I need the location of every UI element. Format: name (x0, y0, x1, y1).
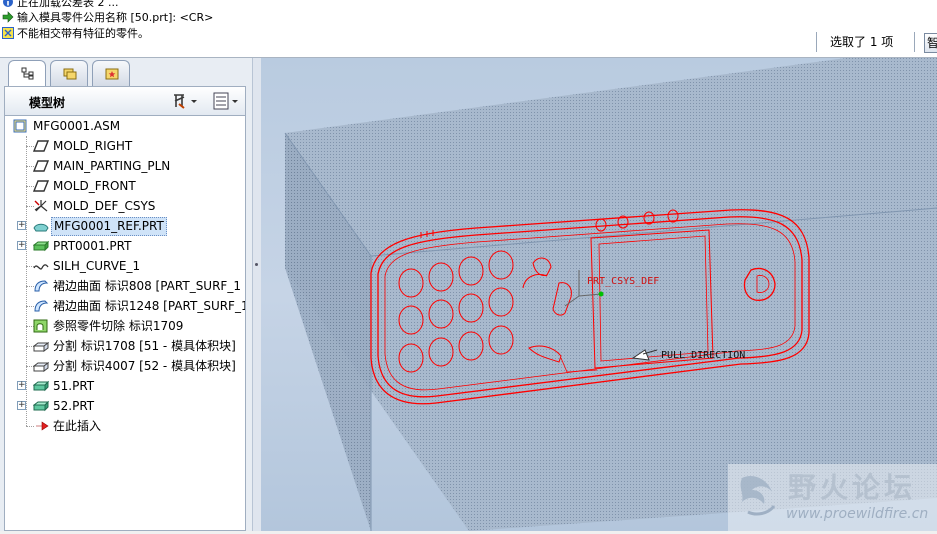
insert-here-icon (36, 421, 49, 431)
curve-icon (33, 264, 49, 270)
tree-item-mfg0001-asm[interactable]: MFG0001.ASM (5, 116, 245, 136)
folder-browser-tab-icon (63, 68, 77, 80)
tree-item-mold-def-csys[interactable]: MOLD_DEF_CSYS (5, 196, 245, 216)
split-icon (33, 362, 49, 372)
favorites-tab-icon (105, 68, 119, 80)
workpiece-icon (33, 240, 49, 252)
tree-item-split-1708[interactable]: 分割 标识1708 [51 - 模具体积块] (5, 336, 245, 356)
expand-toggle[interactable]: + (17, 241, 26, 250)
csys-icon (34, 200, 48, 212)
model-tree: MFG0001.ASM MOLD_RIGHT MAIN_PARTING_PLN … (4, 116, 246, 531)
panel-title: 模型树 (29, 96, 66, 110)
ref-part-cutout-icon (33, 319, 48, 333)
panel-splitter[interactable] (252, 58, 261, 531)
status-separator (914, 32, 915, 52)
reference-part-icon (33, 223, 49, 232)
model-tree-header: 模型树 (4, 86, 246, 116)
tree-item-ref-part-cutout[interactable]: 参照零件切除 标识1709 (5, 316, 245, 336)
settings-icon (174, 94, 197, 109)
tree-settings-button[interactable] (171, 91, 201, 111)
workpiece-block[interactable] (284, 58, 937, 531)
tree-item-mold-right[interactable]: MOLD_RIGHT (5, 136, 245, 156)
assembly-icon (13, 119, 27, 133)
expand-toggle[interactable]: + (17, 401, 26, 410)
graphics-window[interactable]: PRT_CSYS_DEF PULL DIRECTION (261, 58, 937, 531)
watermark-url: www.proewildfire.cn (786, 506, 929, 522)
skirt-surface-icon (34, 280, 49, 292)
part-icon (33, 380, 49, 392)
skirt-surface-icon (34, 300, 49, 312)
datum-plane-icon (33, 160, 49, 172)
tab-model-tree[interactable] (8, 60, 46, 87)
datum-plane-icon (33, 140, 49, 152)
tree-item-split-4007[interactable]: 分割 标识4007 [52 - 模具体积块] (5, 356, 245, 376)
tree-item-mfg0001-ref-prt[interactable]: + MFG0001_REF.PRT (5, 216, 245, 236)
tree-item-prt0001-prt[interactable]: + PRT0001.PRT (5, 236, 245, 256)
message-line: 输入模具零件公用名称 [50.prt]: <CR> (2, 10, 213, 26)
tree-item-52-prt[interactable]: + 52.PRT (5, 396, 245, 416)
tree-item-main-parting-pln[interactable]: MAIN_PARTING_PLN (5, 156, 245, 176)
show-options-button[interactable] (211, 91, 241, 111)
tree-item-silh-curve-1[interactable]: SILH_CURVE_1 (5, 256, 245, 276)
tab-favorites[interactable] (92, 60, 130, 86)
tree-item-51-prt[interactable]: + 51.PRT (5, 376, 245, 396)
watermark-title: 野火论坛 (788, 471, 917, 504)
selection-status: 选取了 1 项 (830, 35, 894, 49)
tree-item-insert-here[interactable]: 在此插入 (5, 416, 245, 436)
part-icon (33, 400, 49, 412)
status-separator (816, 32, 817, 52)
expand-toggle[interactable]: + (17, 381, 26, 390)
expand-toggle[interactable]: + (17, 221, 26, 230)
info-icon (3, 0, 13, 7)
message-line: 不能相交带有特征的零件。 (2, 26, 149, 42)
message-area: 正在加载公差表 2 ... 输入模具零件公用名称 [50.prt]: <CR> … (0, 0, 937, 58)
model-tree-tab-icon (21, 67, 34, 80)
prompt-arrow-icon (2, 11, 14, 23)
datum-plane-icon (33, 180, 49, 192)
warning-icon (2, 27, 14, 39)
tree-item-skirt-surface-808[interactable]: 裙边曲面 标识808 [PART_SURF_1 - (5, 276, 245, 296)
list-view-icon (213, 92, 238, 110)
tab-folder-browser[interactable] (50, 60, 88, 86)
watermark: 野火论坛 www.proewildfire.cn (728, 464, 937, 531)
csys-label: PRT_CSYS_DEF (587, 276, 659, 287)
tree-item-skirt-surface-1248[interactable]: 裙边曲面 标识1248 [PART_SURF_1 (5, 296, 245, 316)
navigator-panel: 模型树 MFG0001.ASM MOLD_RIGHT MAIN_PARTING_… (0, 58, 252, 531)
selection-filter-dropdown[interactable]: 智 (924, 33, 937, 53)
splitter-grip (255, 263, 258, 266)
model-view: PRT_CSYS_DEF PULL DIRECTION (284, 58, 937, 531)
split-icon (33, 342, 49, 352)
pull-direction-label: PULL DIRECTION (661, 350, 745, 361)
tree-item-mold-front[interactable]: MOLD_FRONT (5, 176, 245, 196)
